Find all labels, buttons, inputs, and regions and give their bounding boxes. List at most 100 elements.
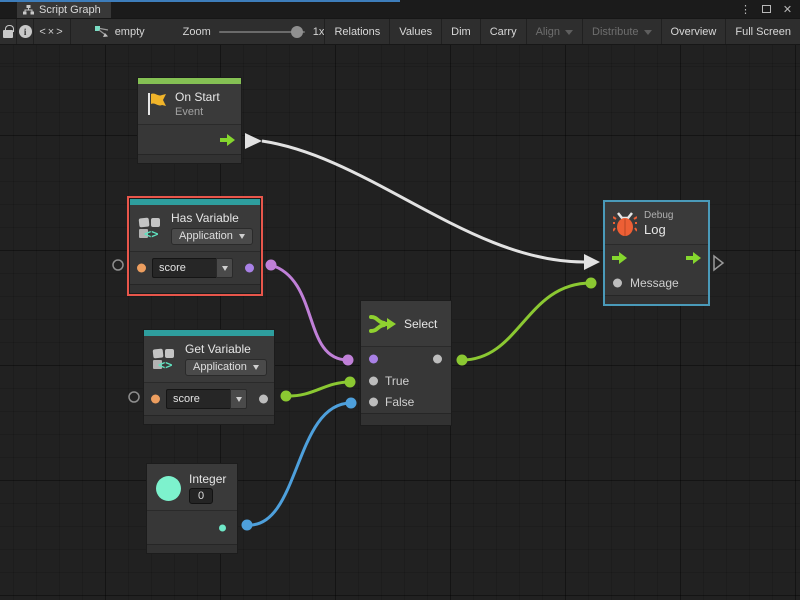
variables-icon: <>: [138, 216, 164, 240]
variable-row: score: [130, 251, 260, 284]
info-button[interactable]: i: [17, 19, 33, 44]
wire-endpoint: [242, 520, 253, 531]
window-controls: ⋮ ✕: [737, 0, 796, 18]
output-row: [147, 510, 237, 544]
message-label: Message: [630, 276, 679, 290]
chevron-down-icon: [253, 365, 259, 370]
node-title: Has Variable: [171, 211, 253, 225]
close-icon[interactable]: ✕: [779, 1, 796, 17]
zoom-label: Zoom: [183, 26, 211, 38]
zoom-slider[interactable]: [219, 31, 305, 33]
node-footer: [605, 295, 708, 304]
tab-strip: Script Graph ⋮ ✕: [0, 0, 800, 18]
breadcrumb-label: empty: [115, 26, 145, 38]
toolbar-buttons: Relations Values Dim Carry Align Distrib…: [324, 19, 800, 44]
false-input-port[interactable]: [369, 398, 378, 407]
chevron-down-icon: [239, 234, 245, 239]
scope-dropdown[interactable]: Application: [185, 359, 267, 376]
values-button[interactable]: Values: [389, 19, 441, 44]
carry-button[interactable]: Carry: [480, 19, 526, 44]
variable-picker-button[interactable]: [216, 258, 233, 278]
flow-input-port[interactable]: [612, 252, 627, 264]
selector-row: [361, 346, 451, 370]
node-subtitle: Debug: [644, 210, 673, 221]
graph-hierarchy-icon: [23, 5, 34, 15]
graph-canvas[interactable]: On Start Event <>: [0, 45, 800, 600]
false-label: False: [385, 395, 414, 409]
wire-endpoint: [343, 355, 354, 366]
selection-output-port[interactable]: [433, 354, 442, 363]
integer-circle-icon: [155, 475, 182, 502]
relations-button[interactable]: Relations: [324, 19, 389, 44]
false-row: False: [361, 391, 451, 413]
wire-hasvar-to-select[interactable]: [271, 265, 348, 360]
full-screen-button[interactable]: Full Screen: [725, 19, 800, 44]
node-debug-log[interactable]: Debug Log Message: [603, 200, 710, 306]
integer-output-port[interactable]: [219, 524, 226, 531]
overview-button[interactable]: Overview: [661, 19, 726, 44]
chevron-down-icon: [565, 30, 573, 35]
true-label: True: [385, 374, 409, 388]
wire-endpoint: [345, 377, 356, 388]
node-footer: [361, 413, 451, 425]
node-on-start[interactable]: On Start Event: [137, 77, 242, 164]
unconnected-flow-triangle: [714, 256, 723, 270]
wire-getvar-to-select-true[interactable]: [286, 382, 350, 396]
wire-endpoint: [266, 260, 277, 271]
lock-button[interactable]: [0, 19, 16, 44]
wire-select-to-log-message[interactable]: [462, 283, 591, 360]
wire-onstart-to-log[interactable]: [262, 141, 584, 262]
bool-output-port[interactable]: [245, 264, 254, 273]
node-title: Get Variable: [185, 342, 267, 356]
scope-dropdown[interactable]: Application: [171, 228, 253, 245]
node-title: Select: [404, 317, 437, 331]
variable-picker-button[interactable]: [230, 389, 247, 409]
variable-name-field[interactable]: score: [152, 258, 233, 278]
wire-endpoint: [586, 278, 597, 289]
breadcrumb[interactable]: empty: [95, 19, 145, 44]
chevron-down-icon: [236, 397, 242, 402]
message-row: Message: [605, 270, 708, 295]
flow-output-port[interactable]: [220, 134, 235, 146]
chevron-down-icon: [222, 266, 228, 271]
message-input-port[interactable]: [613, 278, 622, 287]
graph-pointer-icon: [95, 26, 109, 38]
integer-value-field[interactable]: 0: [189, 488, 213, 504]
name-input-port[interactable]: [151, 395, 160, 404]
node-subtitle: Event: [175, 106, 220, 118]
variable-name-field[interactable]: score: [166, 389, 247, 409]
wire-start-triangle: [245, 133, 262, 149]
node-select[interactable]: Select True False: [360, 300, 452, 426]
menu-kebab-icon[interactable]: ⋮: [737, 1, 754, 17]
flow-output-port[interactable]: [686, 252, 701, 264]
tab-title: Script Graph: [39, 4, 101, 16]
lock-icon: [3, 30, 13, 38]
script-graph-window: Script Graph ⋮ ✕ i <×> empt: [0, 0, 800, 600]
node-title: Log: [644, 222, 673, 237]
name-input-port[interactable]: [137, 264, 146, 273]
wire-endpoint: [281, 391, 292, 402]
align-dropdown[interactable]: Align: [526, 19, 582, 44]
svg-text:<>: <>: [144, 227, 158, 240]
zoom-slider-handle[interactable]: [291, 26, 303, 38]
node-has-variable[interactable]: <> Has Variable Application score: [129, 198, 261, 294]
value-output-port[interactable]: [259, 395, 268, 404]
distribute-dropdown[interactable]: Distribute: [582, 19, 660, 44]
code-toggle-button[interactable]: <×>: [34, 19, 70, 44]
unconnected-port-circle: [113, 260, 123, 270]
condition-input-port[interactable]: [369, 354, 378, 363]
zoom-value: 1x: [313, 26, 325, 38]
wire-endpoint: [457, 355, 468, 366]
info-icon: i: [19, 25, 32, 38]
variable-row: score: [144, 382, 274, 415]
node-integer[interactable]: Integer 0: [146, 463, 238, 554]
true-input-port[interactable]: [369, 376, 378, 385]
zoom-control: Zoom 1x: [183, 19, 325, 44]
node-footer: [144, 415, 274, 424]
maximize-icon[interactable]: [758, 1, 775, 17]
node-get-variable[interactable]: <> Get Variable Application score: [143, 329, 275, 425]
dim-button[interactable]: Dim: [441, 19, 480, 44]
variables-icon: <>: [152, 347, 178, 371]
tab-script-graph[interactable]: Script Graph: [17, 2, 111, 18]
node-footer: [147, 544, 237, 553]
